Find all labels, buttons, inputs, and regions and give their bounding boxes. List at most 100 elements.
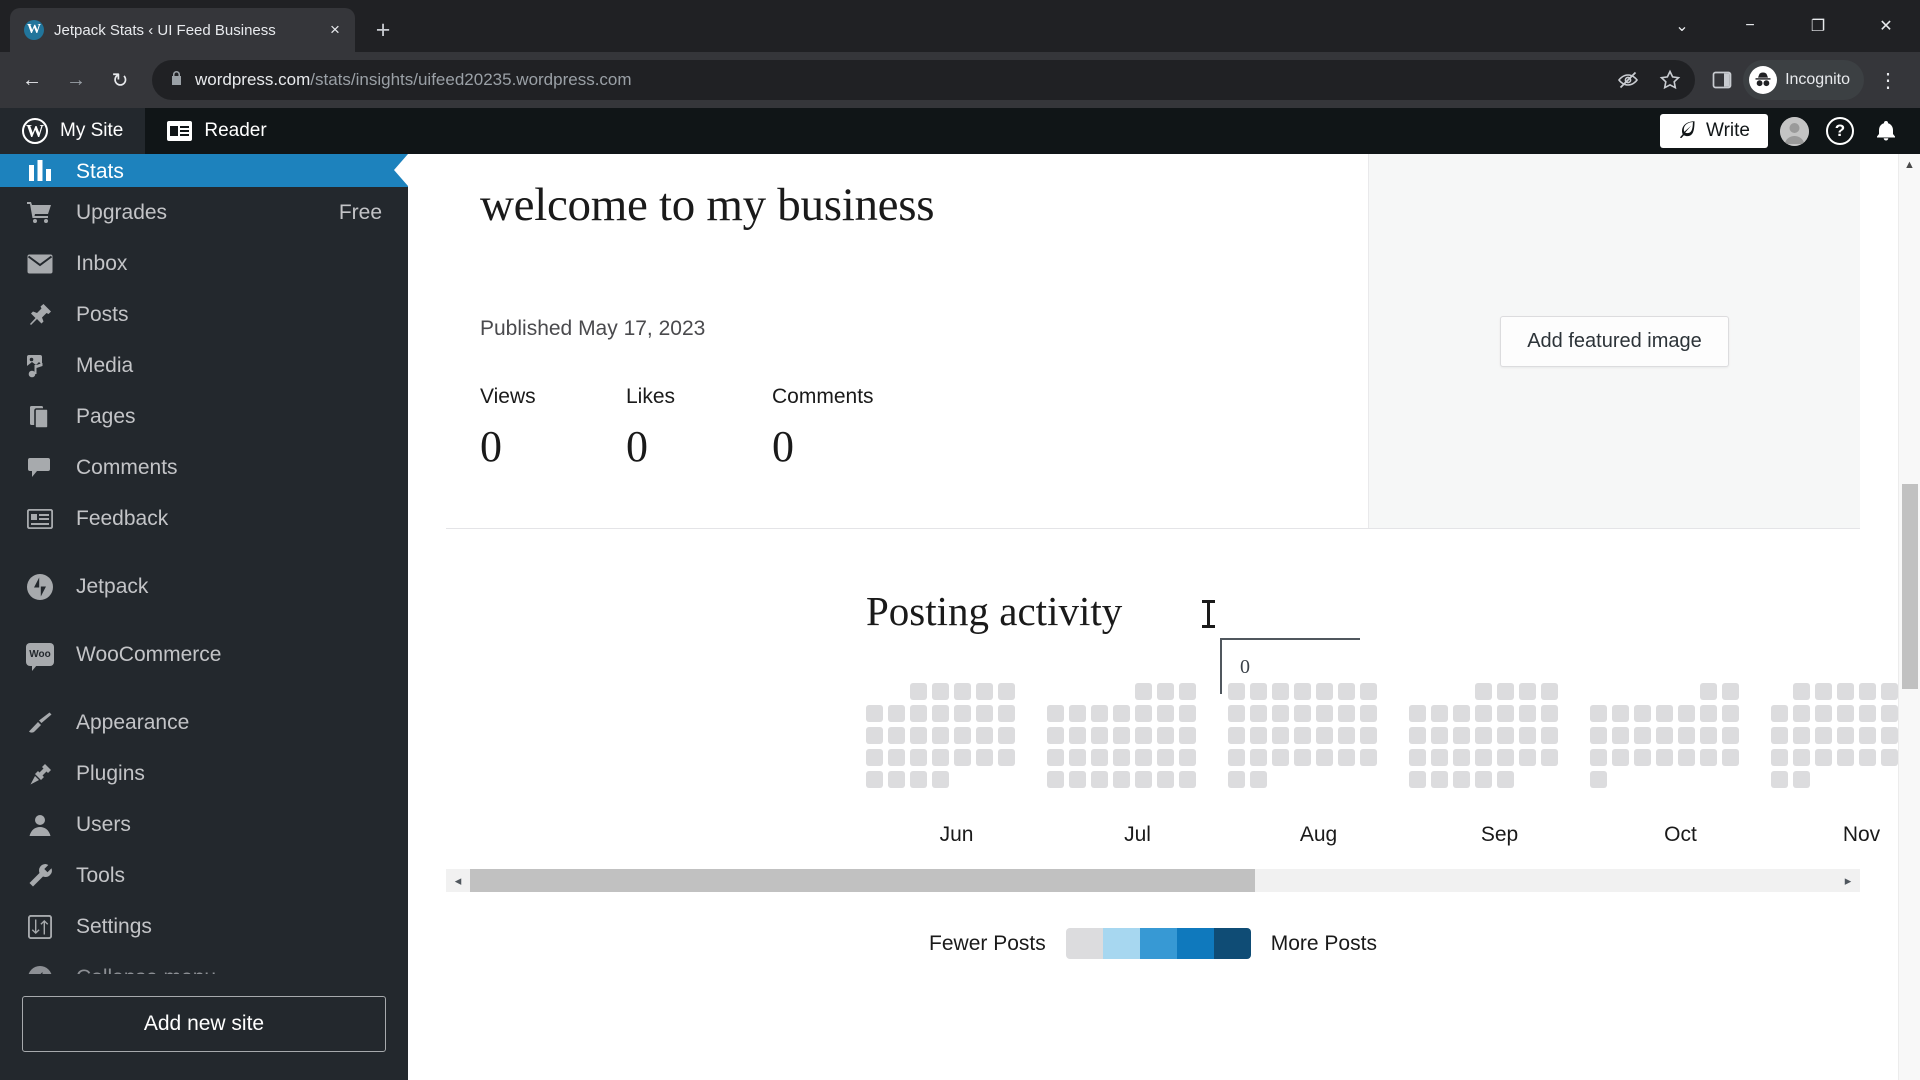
heatmap-cell[interactable]	[1294, 749, 1311, 766]
heatmap-cell[interactable]	[1837, 705, 1854, 722]
heatmap-cell[interactable]	[1453, 771, 1470, 788]
heatmap-cell[interactable]	[1069, 749, 1086, 766]
scrollbar-track[interactable]	[470, 869, 1836, 892]
heatmap-cell[interactable]	[1157, 727, 1174, 744]
sidebar-item-stats[interactable]: Stats	[0, 154, 408, 187]
heatmap-horizontal-scrollbar[interactable]: ◂ ▸	[446, 869, 1860, 892]
heatmap-cell[interactable]	[1700, 705, 1717, 722]
heatmap-cell[interactable]	[1859, 705, 1876, 722]
heatmap-cell[interactable]	[1541, 683, 1558, 700]
heatmap-cell[interactable]	[932, 727, 949, 744]
heatmap-cell[interactable]	[1859, 727, 1876, 744]
heatmap-cell[interactable]	[1837, 727, 1854, 744]
sidebar-item-feedback[interactable]: Feedback	[0, 493, 408, 544]
heatmap-cell[interactable]	[1179, 705, 1196, 722]
heatmap-cell[interactable]	[910, 749, 927, 766]
heatmap-cell[interactable]	[1135, 727, 1152, 744]
add-featured-image-button[interactable]: Add featured image	[1500, 315, 1729, 367]
back-icon[interactable]: ←	[12, 60, 52, 100]
heatmap-cell[interactable]	[1157, 683, 1174, 700]
heatmap-cell[interactable]	[1431, 771, 1448, 788]
heatmap-cell[interactable]	[1678, 705, 1695, 722]
heatmap-cell[interactable]	[1453, 749, 1470, 766]
heatmap-cell[interactable]	[1453, 727, 1470, 744]
heatmap-cell[interactable]	[1722, 683, 1739, 700]
heatmap-cell[interactable]	[998, 683, 1015, 700]
heatmap-cell[interactable]	[1228, 749, 1245, 766]
heatmap-cell[interactable]	[1135, 771, 1152, 788]
heatmap-cell[interactable]	[1409, 727, 1426, 744]
forward-icon[interactable]: →	[56, 60, 96, 100]
heatmap-cell[interactable]	[1541, 749, 1558, 766]
heatmap-cell[interactable]	[1179, 749, 1196, 766]
heatmap-cell[interactable]	[1590, 727, 1607, 744]
heatmap-cell[interactable]	[1634, 749, 1651, 766]
heatmap-cell[interactable]	[1272, 749, 1289, 766]
heatmap-cell[interactable]	[1678, 749, 1695, 766]
heatmap-cell[interactable]	[1881, 749, 1898, 766]
heatmap-cell[interactable]	[1135, 749, 1152, 766]
heatmap-cell[interactable]	[1497, 705, 1514, 722]
heatmap-cell[interactable]	[1722, 727, 1739, 744]
sidebar-item-upgrades[interactable]: Upgrades Free	[0, 187, 408, 238]
page-vertical-scrollbar[interactable]: ▲	[1898, 154, 1920, 1080]
heatmap-cell[interactable]	[1157, 705, 1174, 722]
heatmap-cell[interactable]	[1338, 705, 1355, 722]
window-close-button[interactable]: ✕	[1852, 0, 1920, 52]
heatmap-cell[interactable]	[1519, 727, 1536, 744]
sidebar-item-appearance[interactable]: Appearance	[0, 697, 408, 748]
heatmap-cell[interactable]	[1859, 683, 1876, 700]
sidebar-item-plugins[interactable]: Plugins	[0, 748, 408, 799]
heatmap-cell[interactable]	[1793, 771, 1810, 788]
heatmap-cell[interactable]	[910, 771, 927, 788]
heatmap-cell[interactable]	[1475, 683, 1492, 700]
heatmap-cell[interactable]	[932, 705, 949, 722]
sidebar-item-jetpack[interactable]: Jetpack	[0, 561, 408, 612]
heatmap-cell[interactable]	[1091, 727, 1108, 744]
heatmap-cell[interactable]	[1793, 727, 1810, 744]
heatmap-cell[interactable]	[866, 749, 883, 766]
heatmap-cell[interactable]	[1475, 749, 1492, 766]
masthead-reader[interactable]: Reader	[145, 108, 288, 154]
heatmap-cell[interactable]	[1634, 705, 1651, 722]
heatmap-cell[interactable]	[1179, 727, 1196, 744]
new-tab-button[interactable]: +	[365, 12, 401, 48]
heatmap-cell[interactable]	[1250, 771, 1267, 788]
heatmap-cell[interactable]	[888, 705, 905, 722]
heatmap-cell[interactable]	[1360, 705, 1377, 722]
heatmap-cell[interactable]	[1113, 705, 1130, 722]
heatmap-cell[interactable]	[998, 705, 1015, 722]
chevron-down-icon[interactable]: ⌄	[1648, 0, 1716, 52]
eye-slash-icon[interactable]	[1613, 65, 1643, 95]
heatmap-cell[interactable]	[1678, 727, 1695, 744]
heatmap-cell[interactable]	[1519, 683, 1536, 700]
heatmap-cell[interactable]	[1815, 727, 1832, 744]
heatmap-cell[interactable]	[998, 749, 1015, 766]
heatmap-cell[interactable]	[1360, 727, 1377, 744]
heatmap-cell[interactable]	[1771, 771, 1788, 788]
sidebar-item-inbox[interactable]: Inbox	[0, 238, 408, 289]
heatmap-cell[interactable]	[1250, 749, 1267, 766]
write-button[interactable]: Write	[1660, 114, 1768, 148]
heatmap-cell[interactable]	[1179, 683, 1196, 700]
heatmap-cell[interactable]	[1590, 749, 1607, 766]
heatmap-cell[interactable]	[888, 771, 905, 788]
heatmap-cell[interactable]	[1612, 727, 1629, 744]
heatmap-cell[interactable]	[954, 749, 971, 766]
heatmap-cell[interactable]	[1722, 749, 1739, 766]
heatmap-cell[interactable]	[1497, 727, 1514, 744]
heatmap-cell[interactable]	[1519, 705, 1536, 722]
add-new-site-button[interactable]: Add new site	[22, 996, 386, 1052]
heatmap-cell[interactable]	[954, 705, 971, 722]
heatmap-cell[interactable]	[1250, 705, 1267, 722]
heatmap-cell[interactable]	[1157, 749, 1174, 766]
notifications-button[interactable]	[1866, 111, 1906, 151]
heatmap-cell[interactable]	[1091, 771, 1108, 788]
heatmap-cell[interactable]	[1453, 705, 1470, 722]
heatmap-cell[interactable]	[1700, 749, 1717, 766]
heatmap-cell[interactable]	[1360, 749, 1377, 766]
incognito-badge[interactable]: Incognito	[1743, 60, 1864, 100]
heatmap-cell[interactable]	[1497, 771, 1514, 788]
heatmap-cell[interactable]	[866, 727, 883, 744]
sidebar-item-posts[interactable]: Posts	[0, 289, 408, 340]
